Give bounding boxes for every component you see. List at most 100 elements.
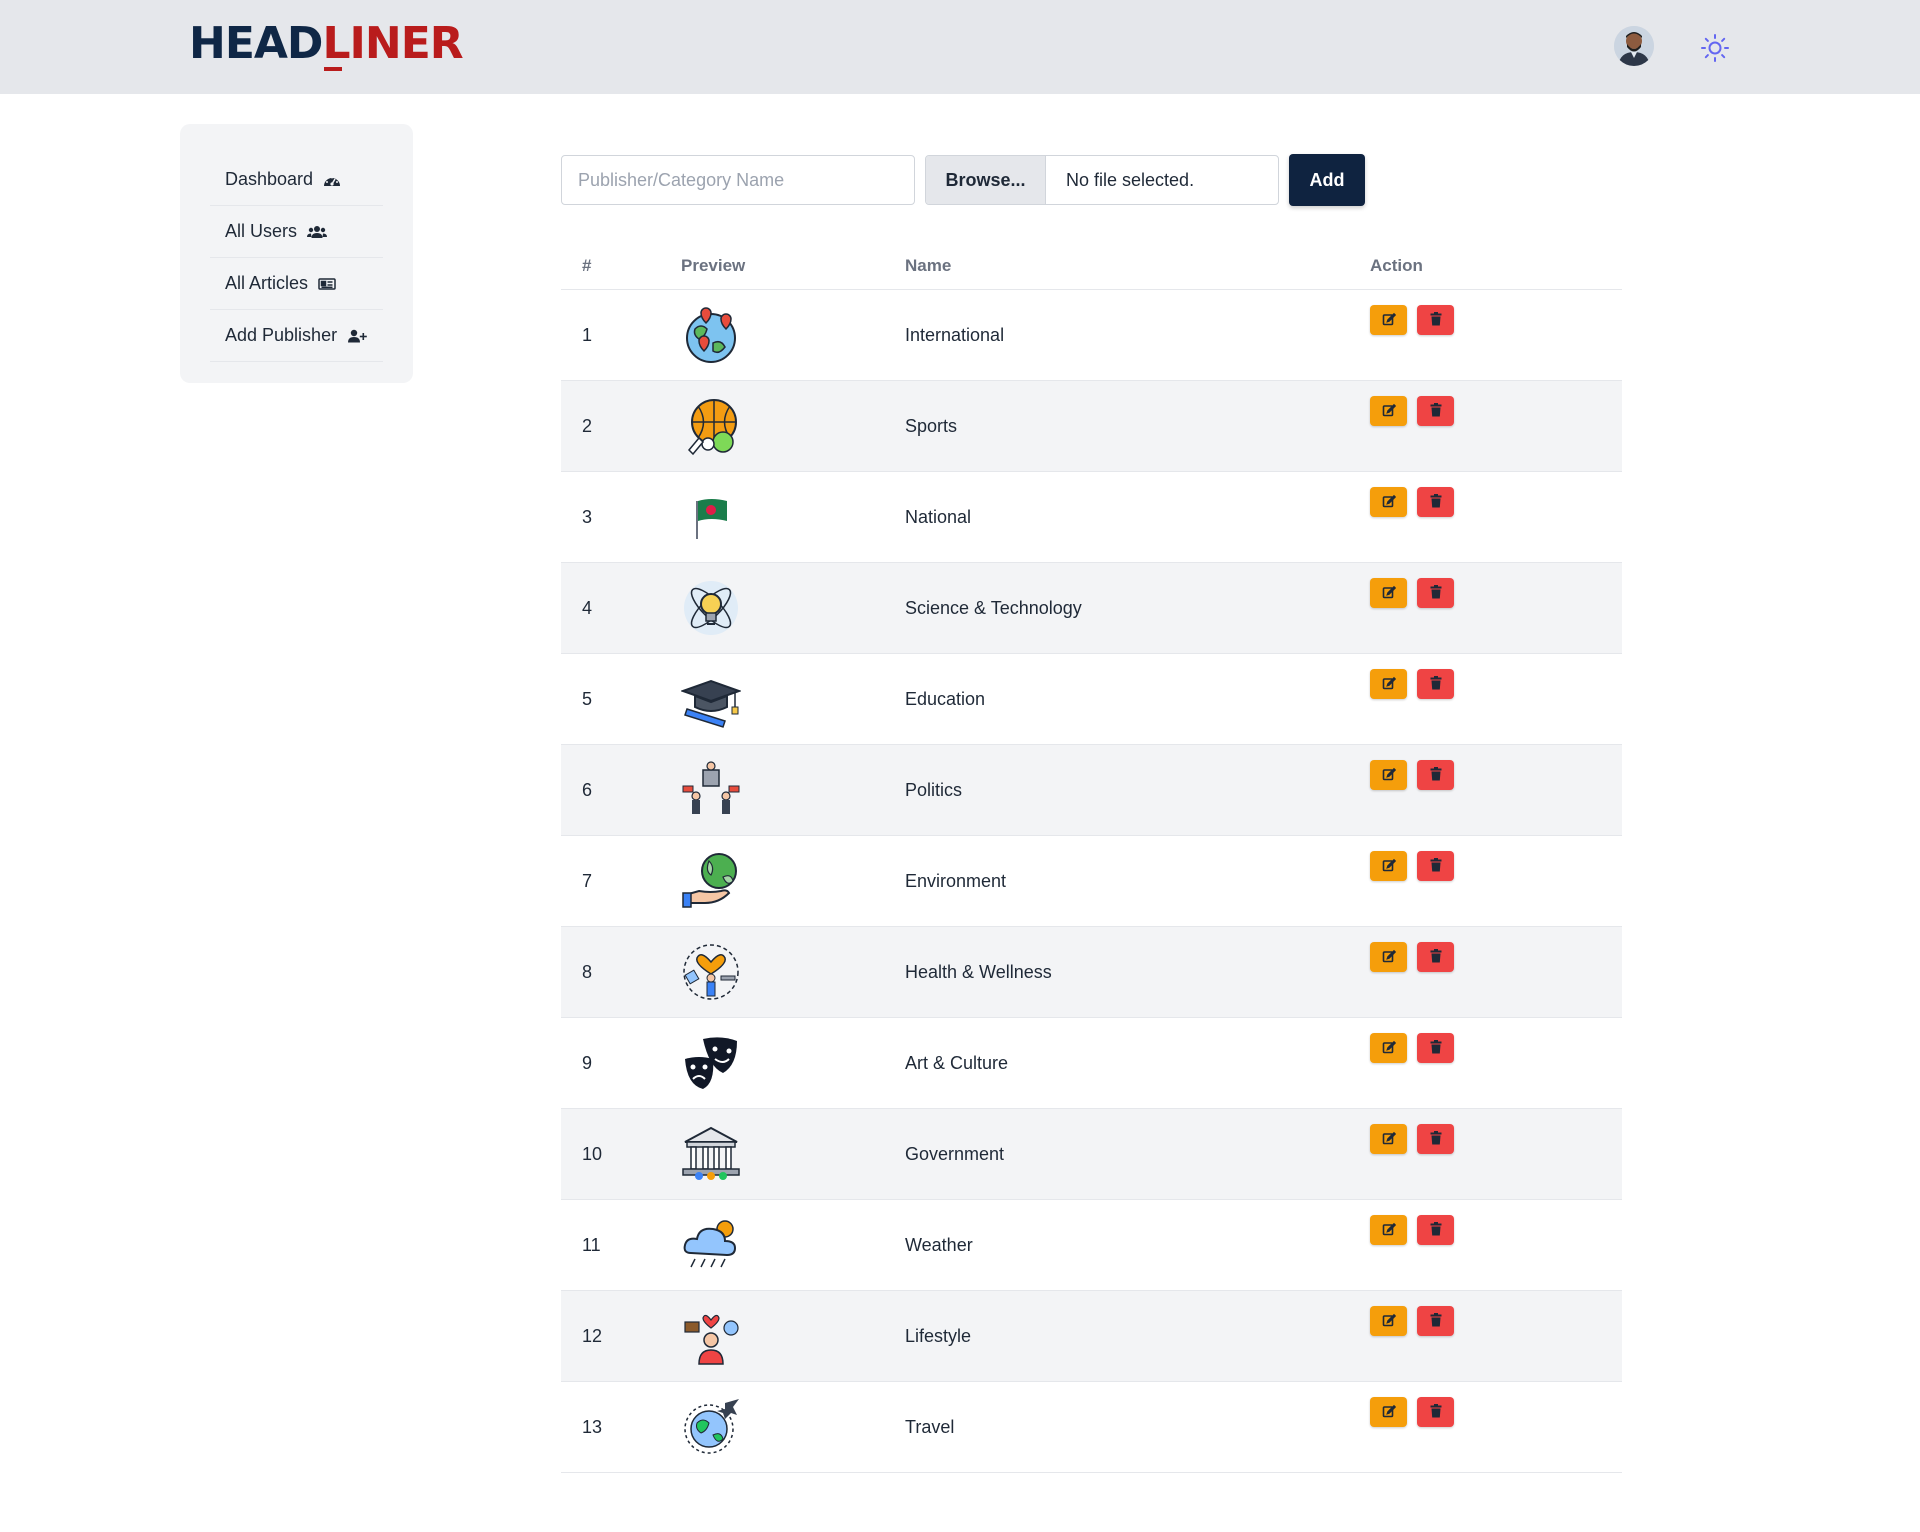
row-name: Politics [905,779,963,800]
edit-icon [1382,1129,1396,1150]
delete-button[interactable] [1417,1397,1454,1427]
sidebar-item-label: All Users [225,221,298,241]
sidebar-item-label: All Articles [225,273,309,293]
row-actions [1370,1382,1622,1427]
edit-button[interactable] [1370,760,1407,790]
row-number: 5 [582,688,593,709]
table-row: 4 Science & Technology [561,563,1622,654]
edit-icon [1382,583,1396,604]
table-row: 9 Art & Culture [561,1018,1622,1109]
trash-icon [1430,310,1442,331]
newspaper-icon [318,276,338,292]
trash-icon [1430,583,1442,604]
row-number: 12 [582,1325,603,1346]
sidebar-item-label: Add Publisher [225,325,338,345]
edit-button[interactable] [1370,851,1407,881]
gauge-icon [323,172,343,188]
row-name: Environment [905,870,1007,891]
table-header: # Preview Name Action [561,242,1622,290]
edit-button[interactable] [1370,578,1407,608]
atom-bulb-icon [684,581,738,635]
row-actions [1370,745,1622,790]
edit-icon [1382,1311,1396,1332]
file-status-text: No file selected. [1066,169,1195,190]
sidebar-item-dashboard[interactable]: Dashboard [210,154,383,206]
row-number: 9 [582,1052,593,1073]
table-row: 8 Health & Wellness [561,927,1622,1018]
trash-icon [1430,1402,1442,1423]
hand-earth-icon [682,853,737,908]
row-name: Travel [905,1416,955,1437]
row-preview [681,1124,905,1184]
row-preview [681,1033,905,1093]
delete-button[interactable] [1417,1124,1454,1154]
browse-button[interactable]: Browse... [926,156,1046,204]
edit-button[interactable] [1370,1306,1407,1336]
header-action: Action [1370,255,1423,275]
edit-button[interactable] [1370,1124,1407,1154]
sidebar-item-label: Dashboard [225,169,314,189]
edit-icon [1382,765,1396,786]
edit-button[interactable] [1370,1215,1407,1245]
delete-button[interactable] [1417,1033,1454,1063]
edit-icon [1382,856,1396,877]
logo-part-head: HEAD [189,18,323,69]
edit-icon [1382,310,1396,331]
sidebar-item-add-publisher[interactable]: Add Publisher [210,310,383,362]
delete-button[interactable] [1417,942,1454,972]
categories-table: # Preview Name Action 1 International 2 Spo… [561,242,1622,1473]
headliner-logo[interactable]: HEADLINER [189,18,464,71]
row-name: Education [905,688,986,709]
sidebar: Dashboard All Users All Articles Add Pub… [180,124,413,383]
header-name: Name [905,255,952,275]
sidebar-item-all-users[interactable]: All Users [210,206,383,258]
user-plus-icon [347,328,367,344]
add-button[interactable]: Add [1289,154,1365,206]
row-name: Sports [905,415,958,436]
delete-button[interactable] [1417,851,1454,881]
user-avatar[interactable] [1614,26,1654,66]
globe-plane-icon [684,1399,739,1454]
delete-button[interactable] [1417,396,1454,426]
row-actions [1370,654,1622,699]
delete-button[interactable] [1417,760,1454,790]
edit-button[interactable] [1370,1397,1407,1427]
graduation-cap-icon [681,679,741,728]
edit-icon [1382,492,1396,513]
edit-icon [1382,947,1396,968]
delete-button[interactable] [1417,487,1454,517]
edit-button[interactable] [1370,1033,1407,1063]
trash-icon [1430,674,1442,695]
row-actions [1370,1018,1622,1063]
edit-button[interactable] [1370,942,1407,972]
file-input[interactable]: Browse... No file selected. [925,155,1279,205]
table-row: 5 Education [561,654,1622,745]
row-number: 8 [582,961,593,982]
delete-button[interactable] [1417,669,1454,699]
users-icon [307,224,328,240]
edit-icon [1382,1038,1396,1059]
delete-button[interactable] [1417,1306,1454,1336]
edit-button[interactable] [1370,396,1407,426]
row-number: 7 [582,870,593,891]
edit-icon [1382,674,1396,695]
trash-icon [1430,1129,1442,1150]
trash-icon [1430,1220,1442,1241]
row-actions [1370,927,1622,972]
table-row: 10 Government [561,1109,1622,1200]
edit-button[interactable] [1370,669,1407,699]
row-actions [1370,1109,1622,1154]
table-body: 1 International 2 Sports 3 National 4 Science &… [561,290,1622,1473]
header-number: # [582,255,592,275]
publisher-name-input[interactable] [561,155,915,205]
row-name: Science & Technology [905,597,1082,618]
sidebar-item-all-articles[interactable]: All Articles [210,258,383,310]
edit-button[interactable] [1370,487,1407,517]
sun-icon[interactable] [1700,33,1730,63]
delete-button[interactable] [1417,1215,1454,1245]
row-actions [1370,563,1622,608]
add-category-form: Browse... No file selected. Add [561,154,1365,206]
delete-button[interactable] [1417,578,1454,608]
edit-button[interactable] [1370,305,1407,335]
delete-button[interactable] [1417,305,1454,335]
